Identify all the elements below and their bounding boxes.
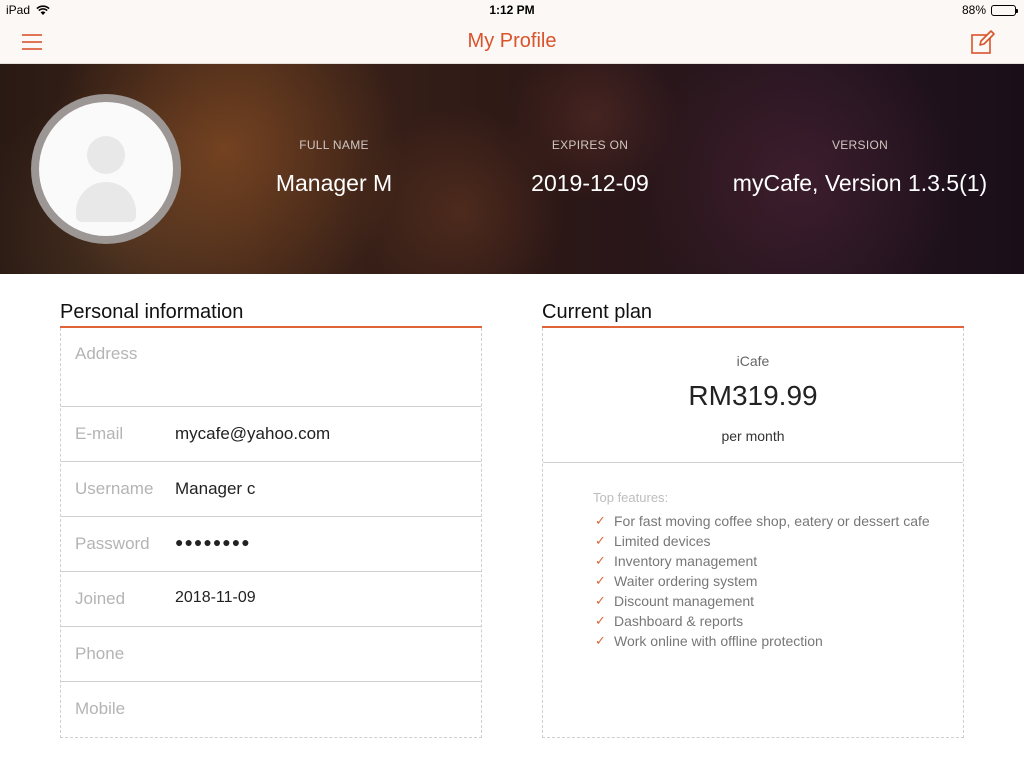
status-time: 1:12 PM bbox=[489, 3, 535, 17]
feature-item: ✓ Dashboard & reports bbox=[593, 611, 930, 631]
check-icon: ✓ bbox=[595, 573, 606, 588]
password-label: Password bbox=[75, 534, 150, 553]
check-icon: ✓ bbox=[595, 533, 606, 548]
version-label: VERSION bbox=[831, 138, 889, 152]
profile-header-banner: FULL NAME Manager M EXPIRES ON 2019-12-0… bbox=[0, 64, 1024, 274]
check-icon: ✓ bbox=[595, 593, 606, 608]
feature-item: ✓ Discount management bbox=[593, 591, 930, 611]
version-block: VERSION myCafe, Version 1.3.5(1) bbox=[712, 138, 1008, 197]
full-name-label: FULL NAME bbox=[299, 138, 369, 152]
expires-label: EXPIRES ON bbox=[551, 138, 629, 152]
joined-row[interactable]: Joined 2018-11-09 bbox=[61, 572, 481, 627]
feature-text: Discount management bbox=[614, 593, 755, 609]
plan-price: RM319.99 bbox=[688, 380, 818, 411]
check-icon: ✓ bbox=[595, 613, 606, 628]
feature-text: Limited devices bbox=[614, 533, 711, 549]
battery-percent: 88% bbox=[961, 3, 986, 17]
phone-label: Phone bbox=[75, 644, 125, 663]
email-label: E-mail bbox=[75, 424, 124, 443]
feature-text: Work online with offline protection bbox=[614, 633, 823, 649]
plan-period: per month bbox=[721, 428, 785, 444]
phone-row[interactable]: Phone bbox=[61, 627, 481, 682]
email-value: mycafe@yahoo.com bbox=[175, 424, 331, 443]
feature-item: ✓ Work online with offline protection bbox=[593, 631, 930, 651]
personal-info-card: Address E-mail mycafe@yahoo.com Username… bbox=[60, 328, 482, 738]
address-row[interactable]: Address bbox=[61, 328, 481, 407]
avatar[interactable] bbox=[31, 94, 181, 244]
username-value: Manager c bbox=[175, 479, 256, 498]
username-row[interactable]: Username Manager c bbox=[61, 462, 481, 517]
avatar-placeholder-icon bbox=[39, 102, 173, 236]
feature-item: ✓ Waiter ordering system bbox=[593, 571, 930, 591]
username-label: Username bbox=[75, 479, 154, 498]
features-list: Top features: ✓ For fast moving coffee sh… bbox=[593, 490, 930, 651]
page-title: My Profile bbox=[467, 30, 557, 52]
plan-divider bbox=[543, 462, 963, 463]
mobile-label: Mobile bbox=[75, 699, 126, 718]
feature-text: For fast moving coffee shop, eatery or d… bbox=[614, 513, 930, 529]
check-icon: ✓ bbox=[595, 513, 606, 528]
feature-item: ✓ For fast moving coffee shop, eatery or … bbox=[593, 511, 930, 531]
current-plan-card: iCafe RM319.99 per month Top features: ✓… bbox=[542, 328, 964, 738]
feature-item: ✓ Inventory management bbox=[593, 551, 930, 571]
current-plan-title: Current plan bbox=[542, 301, 653, 323]
feature-text: Waiter ordering system bbox=[614, 573, 758, 589]
check-icon: ✓ bbox=[595, 553, 606, 568]
joined-label: Joined bbox=[75, 589, 126, 608]
expires-value: 2019-12-09 bbox=[531, 170, 649, 196]
mobile-row[interactable]: Mobile bbox=[61, 682, 481, 737]
plan-name: iCafe bbox=[736, 353, 770, 369]
feature-text: Inventory management bbox=[614, 553, 758, 569]
features-title: Top features: bbox=[593, 490, 669, 505]
navigation-bar: My Profile bbox=[0, 20, 1024, 64]
edit-icon[interactable] bbox=[970, 29, 996, 55]
status-bar: iPad 1:12 PM 88% bbox=[0, 0, 1024, 20]
password-value: ●●●●●●●● bbox=[175, 534, 251, 550]
check-icon: ✓ bbox=[595, 633, 606, 648]
expires-block: EXPIRES ON 2019-12-09 bbox=[500, 138, 680, 197]
version-value: myCafe, Version 1.3.5(1) bbox=[732, 170, 988, 196]
address-label: Address bbox=[75, 344, 138, 363]
feature-item: ✓ Limited devices bbox=[593, 531, 930, 551]
feature-text: Dashboard & reports bbox=[614, 613, 744, 629]
joined-value: 2018-11-09 bbox=[175, 589, 256, 606]
battery-icon bbox=[991, 4, 1018, 16]
email-row[interactable]: E-mail mycafe@yahoo.com bbox=[61, 407, 481, 462]
personal-info-title: Personal information bbox=[60, 301, 244, 323]
full-name-value: Manager M bbox=[275, 170, 393, 196]
full-name-block: FULL NAME Manager M bbox=[244, 138, 424, 197]
password-row[interactable]: Password ●●●●●●●● bbox=[61, 517, 481, 572]
